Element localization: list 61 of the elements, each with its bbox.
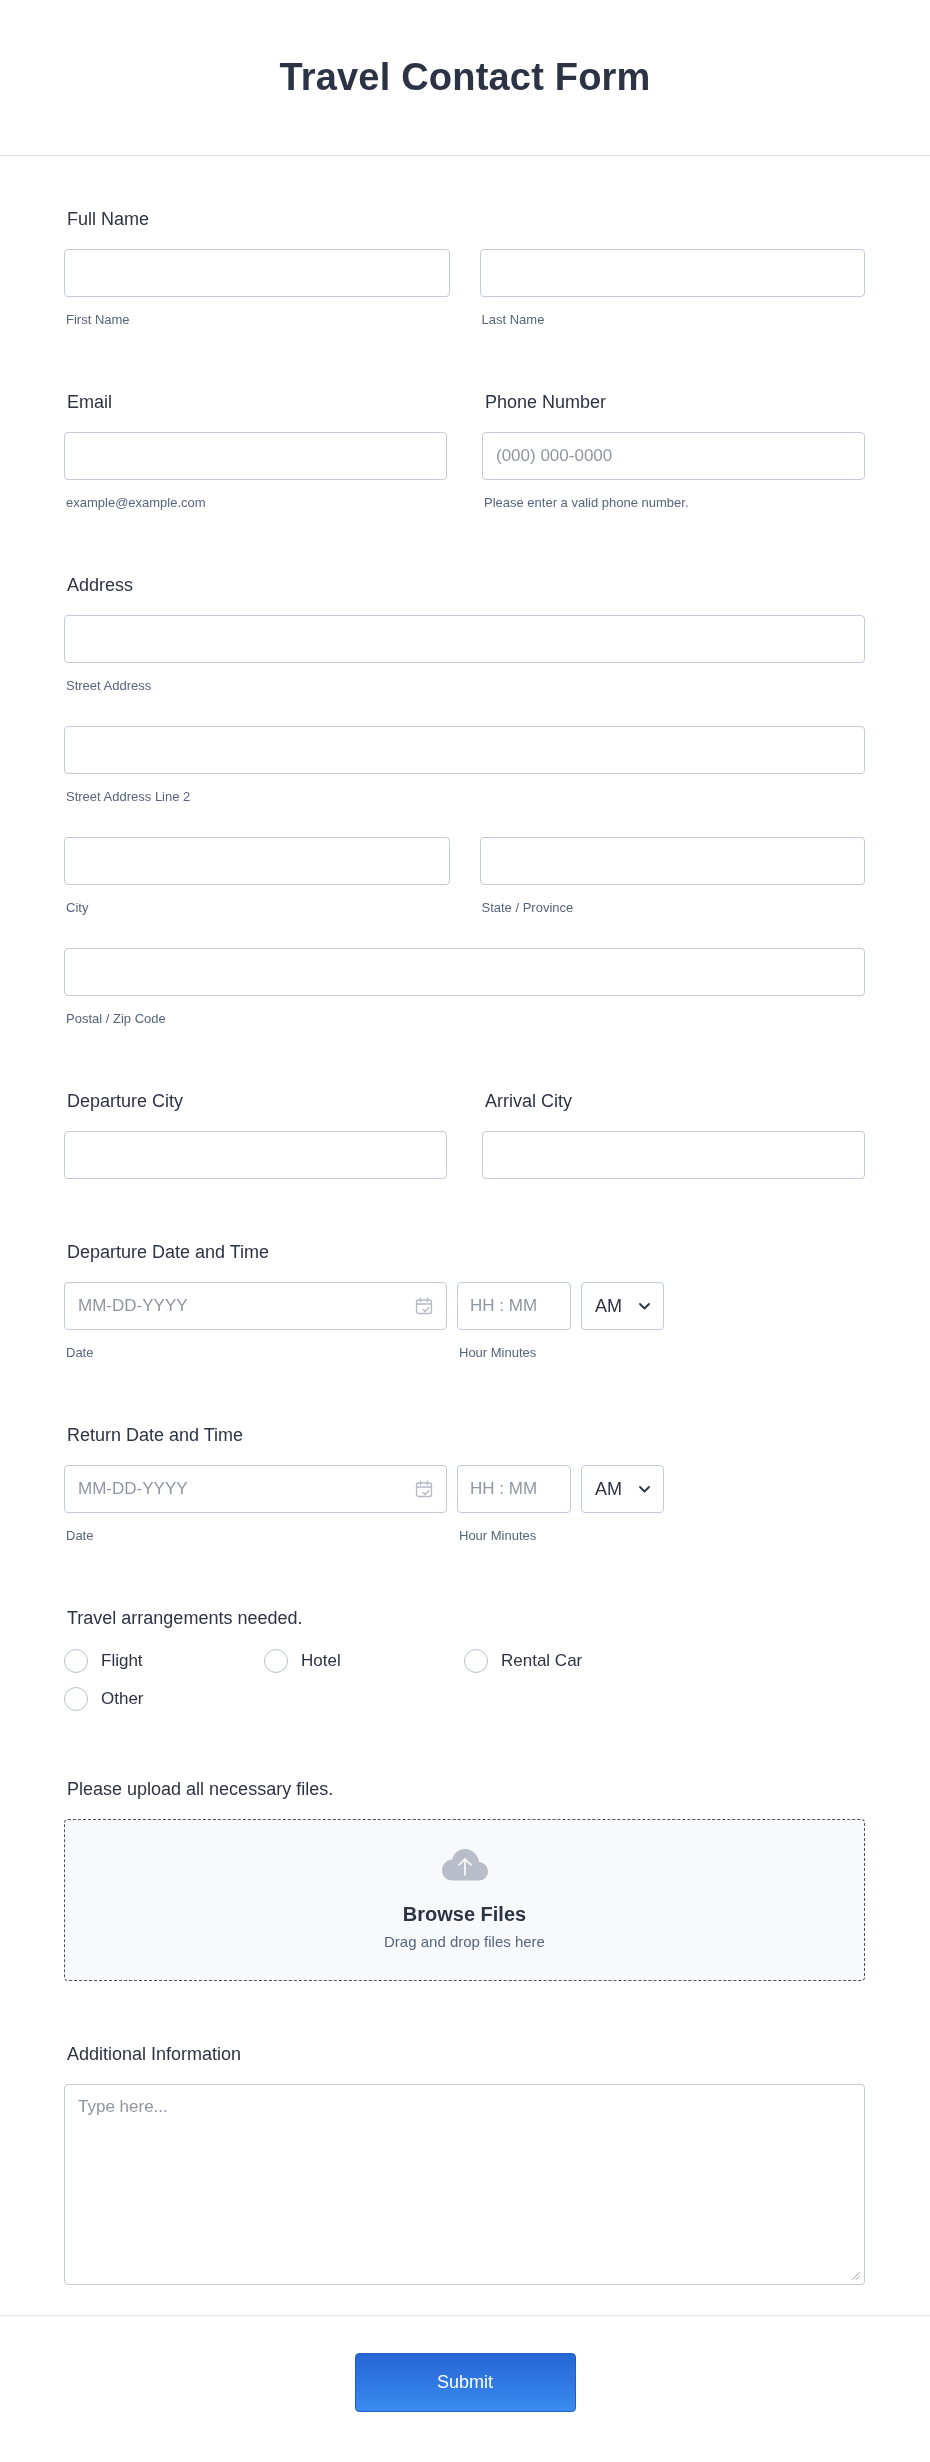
calendar-icon[interactable] [415, 1297, 433, 1315]
field-sublabel: First Name [66, 311, 130, 329]
input-field[interactable] [482, 1131, 865, 1179]
field-sublabel: State / Province [481, 899, 574, 917]
input-field[interactable] [64, 432, 447, 480]
field-sublabel: Date [66, 1527, 94, 1545]
chevron-down-icon [639, 1485, 650, 1493]
radio-button[interactable] [64, 1649, 88, 1673]
time-field[interactable]: HH : MM [457, 1465, 571, 1513]
date-field[interactable]: MM-DD-YYYY [64, 1465, 447, 1513]
question-label: Phone Number [485, 391, 607, 413]
input-field[interactable]: (000) 000-0000 [482, 432, 865, 480]
question-label: Email [67, 391, 112, 413]
question-label: Arrival City [485, 1090, 572, 1112]
field-sublabel: Street Address Line 2 [66, 788, 191, 806]
field-sublabel: Postal / Zip Code [66, 1010, 166, 1028]
input-field[interactable] [64, 1131, 447, 1179]
period-select[interactable]: AM [581, 1282, 664, 1330]
radio-button[interactable] [464, 1649, 488, 1673]
file-drop-zone[interactable]: Browse Files Drag and drop files here [64, 1819, 865, 1981]
input-field[interactable] [64, 837, 450, 885]
time-field[interactable]: HH : MM [457, 1282, 571, 1330]
submit-button[interactable]: Submit [354, 2353, 576, 2412]
field-sublabel: Hour Minutes [459, 1344, 537, 1362]
form-title: Travel Contact Form [279, 56, 651, 99]
question-label: Travel arrangements needed. [67, 1607, 303, 1629]
calendar-icon[interactable] [415, 1480, 433, 1498]
question-label: Address [67, 574, 134, 596]
radio-option[interactable]: Rental Car [464, 1649, 583, 1673]
drop-hint: Drag and drop files here [384, 1933, 545, 1951]
input-field[interactable] [64, 948, 865, 996]
question-label: Additional Information [67, 2043, 242, 2065]
field-sublabel: Hour Minutes [459, 1527, 537, 1545]
question-label: Departure City [67, 1090, 184, 1112]
radio-option[interactable]: Flight [64, 1649, 143, 1673]
resize-handle-icon[interactable] [852, 2272, 860, 2280]
input-field[interactable] [64, 249, 450, 297]
question-label: Please upload all necessary files. [67, 1778, 334, 1800]
question-label: Full Name [67, 208, 150, 230]
chevron-down-icon [639, 1302, 650, 1310]
question-label: Return Date and Time [67, 1424, 244, 1446]
input-field[interactable] [64, 726, 865, 774]
field-sublabel: Please enter a valid phone number. [484, 494, 689, 512]
cloud-upload-icon [440, 1848, 489, 1881]
text-area[interactable]: Type here... [64, 2084, 865, 2285]
field-sublabel: Street Address [66, 677, 152, 695]
field-sublabel: Last Name [481, 311, 545, 329]
question-label: Departure Date and Time [67, 1241, 270, 1263]
field-sublabel: Date [66, 1344, 94, 1362]
input-field[interactable] [64, 615, 865, 663]
period-select[interactable]: AM [581, 1465, 664, 1513]
date-field[interactable]: MM-DD-YYYY [64, 1282, 447, 1330]
field-sublabel: example@example.com [66, 494, 206, 512]
radio-option[interactable]: Other [64, 1687, 144, 1711]
browse-files-button[interactable]: Browse Files [402, 1901, 527, 1927]
input-field[interactable] [479, 837, 865, 885]
field-sublabel: City [66, 899, 89, 917]
radio-button[interactable] [264, 1649, 288, 1673]
radio-option[interactable]: Hotel [264, 1649, 341, 1673]
radio-button[interactable] [64, 1687, 88, 1711]
input-field[interactable] [479, 249, 865, 297]
